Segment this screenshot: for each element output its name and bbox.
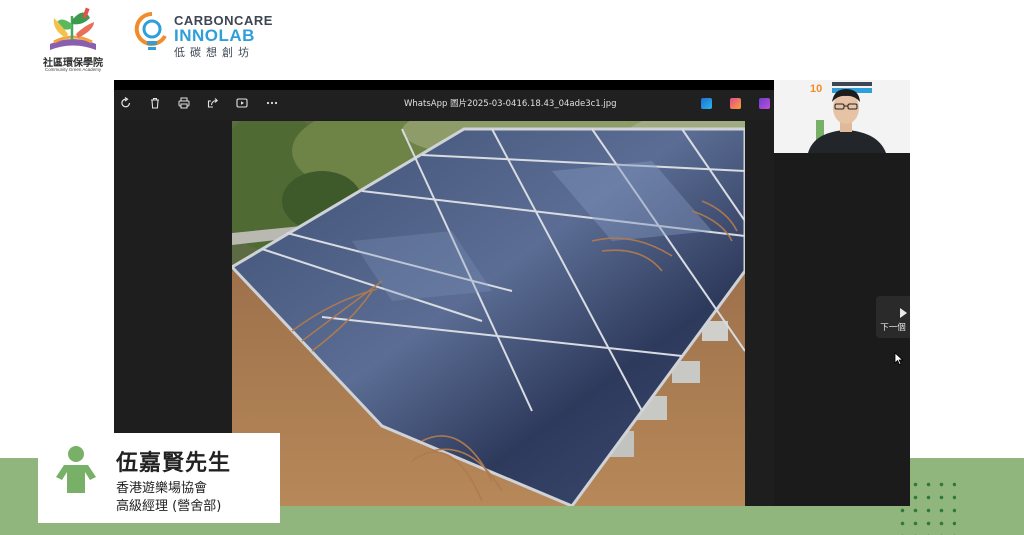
speaker-name-card: 伍嘉賢先生 香港遊樂場協會 高級經理 (營舍部) [38,433,280,523]
more-icon[interactable] [264,95,280,111]
community-green-academy-logo: 社區環保學院 Community Green Academy [32,4,114,72]
clipchamp-icon[interactable] [701,98,712,109]
image-filename: WhatsApp 圖片2025-03-0416.18.43_04ade3c1.j… [404,99,617,109]
delete-icon[interactable] [147,95,163,111]
lightbulb-icon [134,11,167,50]
designer-icon[interactable] [730,98,741,109]
video-icon[interactable] [759,98,770,109]
speaker-webcam: 10 [774,80,910,153]
innolab-text: INNOLAB [174,26,255,45]
svg-text:10: 10 [810,83,822,95]
speaker-title: 高級經理 (營舍部) [116,499,222,514]
print-icon[interactable] [176,95,192,111]
window-titlebar [114,80,774,90]
mouse-cursor-icon [894,352,904,366]
person-icon [56,446,96,493]
slideshow-icon[interactable] [234,95,250,111]
webcam-video-frame: 10 [774,80,910,153]
academy-name-english: Community Green Academy [44,67,102,72]
academy-book-leaf-icon [50,7,96,50]
share-icon[interactable] [205,95,221,111]
innolab-chinese-text: 低碳想創坊 [174,46,254,59]
speaker-name: 伍嘉賢先生 [116,451,232,476]
solar-panel-photo [232,121,745,506]
speaker-organization: 香港遊樂場協會 [116,481,208,496]
next-arrow-icon [900,308,907,318]
rotate-icon[interactable] [118,95,134,111]
carboncare-innolab-logo: CARBONCARE INNOLAB 低碳想創坊 [132,10,272,60]
next-image-tooltip: 下一個 [880,323,906,333]
